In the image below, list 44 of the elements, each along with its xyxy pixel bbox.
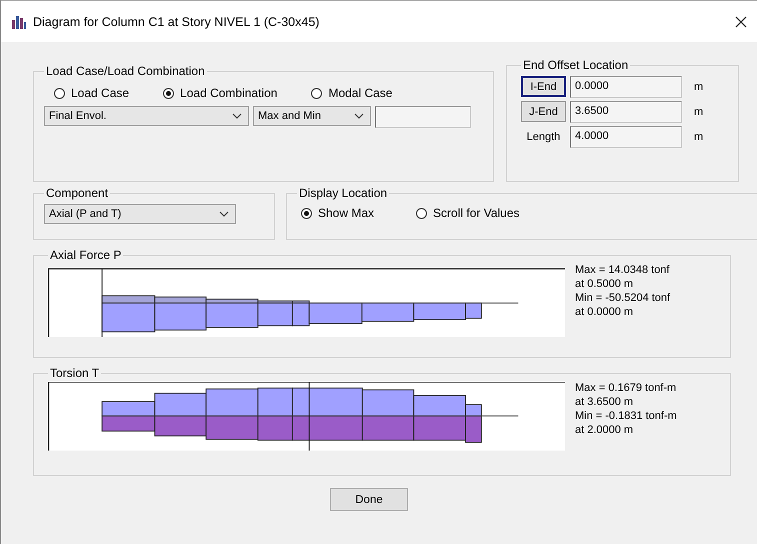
group-title: End Offset Location: [522, 58, 630, 72]
radio-label[interactable]: Show Max: [318, 206, 374, 220]
value-text: Min = -50.5204 tonf: [575, 292, 670, 304]
value-text: at 3.6500 m: [575, 396, 634, 408]
radio-button[interactable]: [416, 208, 428, 218]
caret-icon: [232, 113, 242, 119]
value-text: at 0.0000 m: [575, 306, 634, 318]
unit-label: m: [694, 80, 704, 92]
window-title: Diagram for Column C1 at Story NIVEL 1 (C-30x45): [33, 14, 320, 28]
radio-label[interactable]: Load Combination: [180, 86, 278, 100]
radio-label[interactable]: Modal Case: [328, 86, 392, 100]
combo-dropdown[interactable]: Final Envol.: [44, 106, 249, 126]
component-dropdown[interactable]: Axial (P and T): [44, 204, 236, 224]
caret-icon: [354, 113, 364, 119]
group-title: Display Location: [298, 186, 388, 200]
value-text: at 2.0000 m: [575, 424, 634, 436]
end-button[interactable]: I-End: [520, 76, 566, 97]
caret-icon: [219, 211, 229, 217]
radio-label[interactable]: Scroll for Values: [433, 206, 520, 220]
radio-button[interactable]: [54, 88, 65, 98]
field-label: Length: [526, 130, 562, 142]
input-field[interactable]: [375, 106, 471, 128]
group-title: Component: [45, 186, 110, 200]
radio-button[interactable]: [163, 88, 174, 98]
radio-label[interactable]: Load Case: [71, 86, 130, 100]
done-button[interactable]: Done: [330, 488, 408, 511]
value-text: Max = 14.0348 tonf: [575, 264, 670, 276]
value-field[interactable]: 0.0000: [570, 76, 682, 98]
value-text: Max = 0.1679 tonf-m: [575, 382, 677, 394]
mode-dropdown[interactable]: Max and Min: [253, 106, 371, 126]
radio-button[interactable]: [311, 88, 322, 98]
app-icon: [11, 14, 27, 30]
close-icon[interactable]: [735, 16, 747, 28]
unit-label: m: [694, 106, 704, 118]
group-title: Axial Force P: [49, 248, 122, 262]
end-button[interactable]: J-End: [520, 101, 566, 122]
value-text: at 0.5000 m: [575, 278, 634, 290]
group-title: Load Case/Load Combination: [45, 64, 206, 78]
group-title: Torsion T: [49, 366, 100, 380]
unit-label: m: [694, 130, 704, 142]
radio-button[interactable]: [301, 208, 312, 218]
value-text: Min = -0.1831 tonf-m: [575, 410, 677, 422]
value-field[interactable]: 4.0000: [570, 126, 682, 148]
value-field[interactable]: 3.6500: [570, 100, 682, 122]
